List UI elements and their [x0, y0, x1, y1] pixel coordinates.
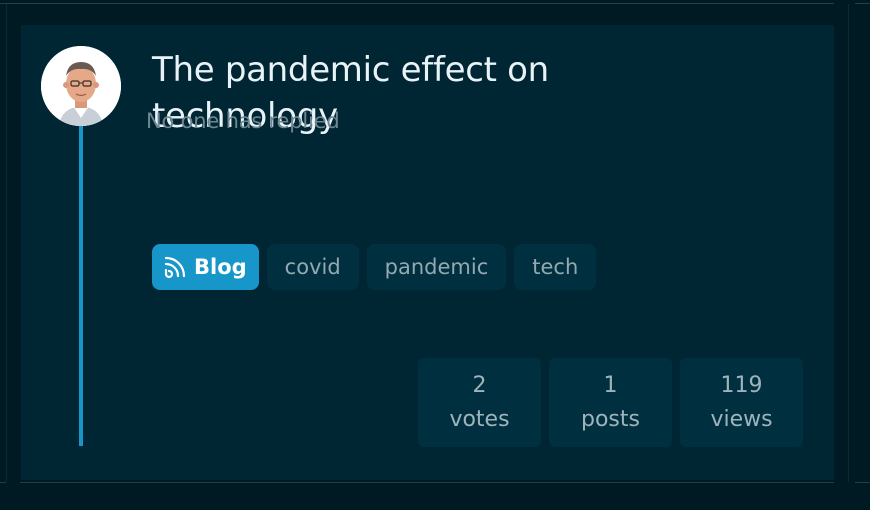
stat-posts-value: 1: [603, 372, 618, 398]
stat-views-label: views: [710, 406, 773, 432]
avatar-portrait: [41, 46, 121, 126]
topic-stats: 2 votes 1 posts 119 views: [418, 358, 803, 447]
reply-status: No one has replied: [146, 109, 340, 133]
stat-votes: 2 votes: [418, 358, 541, 447]
thread-line: [79, 126, 83, 446]
stat-views: 119 views: [680, 358, 803, 447]
stat-votes-label: votes: [449, 406, 510, 432]
divider-bottom: [20, 482, 834, 483]
column-border-right: [848, 4, 849, 482]
stat-views-value: 119: [720, 372, 763, 398]
tag-tech[interactable]: tech: [514, 244, 597, 290]
tag-covid[interactable]: covid: [266, 244, 359, 290]
rss-icon: [164, 256, 186, 279]
stat-posts-label: posts: [581, 406, 640, 432]
column-border-left: [6, 4, 7, 482]
stat-posts: 1 posts: [549, 358, 672, 447]
topic-card[interactable]: The pandemic effect on technology No one…: [21, 25, 834, 480]
divider-top: [0, 3, 834, 4]
divider-top-right: [855, 3, 870, 4]
category-label: Blog: [194, 255, 247, 279]
category-badge-blog[interactable]: Blog: [152, 244, 259, 290]
page: The pandemic effect on technology No one…: [0, 0, 870, 510]
divider-bottom-left: [0, 482, 6, 483]
tag-pandemic[interactable]: pandemic: [366, 244, 507, 290]
avatar[interactable]: [41, 46, 121, 126]
divider-bottom-right: [855, 482, 870, 483]
stat-votes-value: 2: [472, 372, 487, 398]
tag-list: Blog covid pandemic tech: [152, 244, 597, 290]
